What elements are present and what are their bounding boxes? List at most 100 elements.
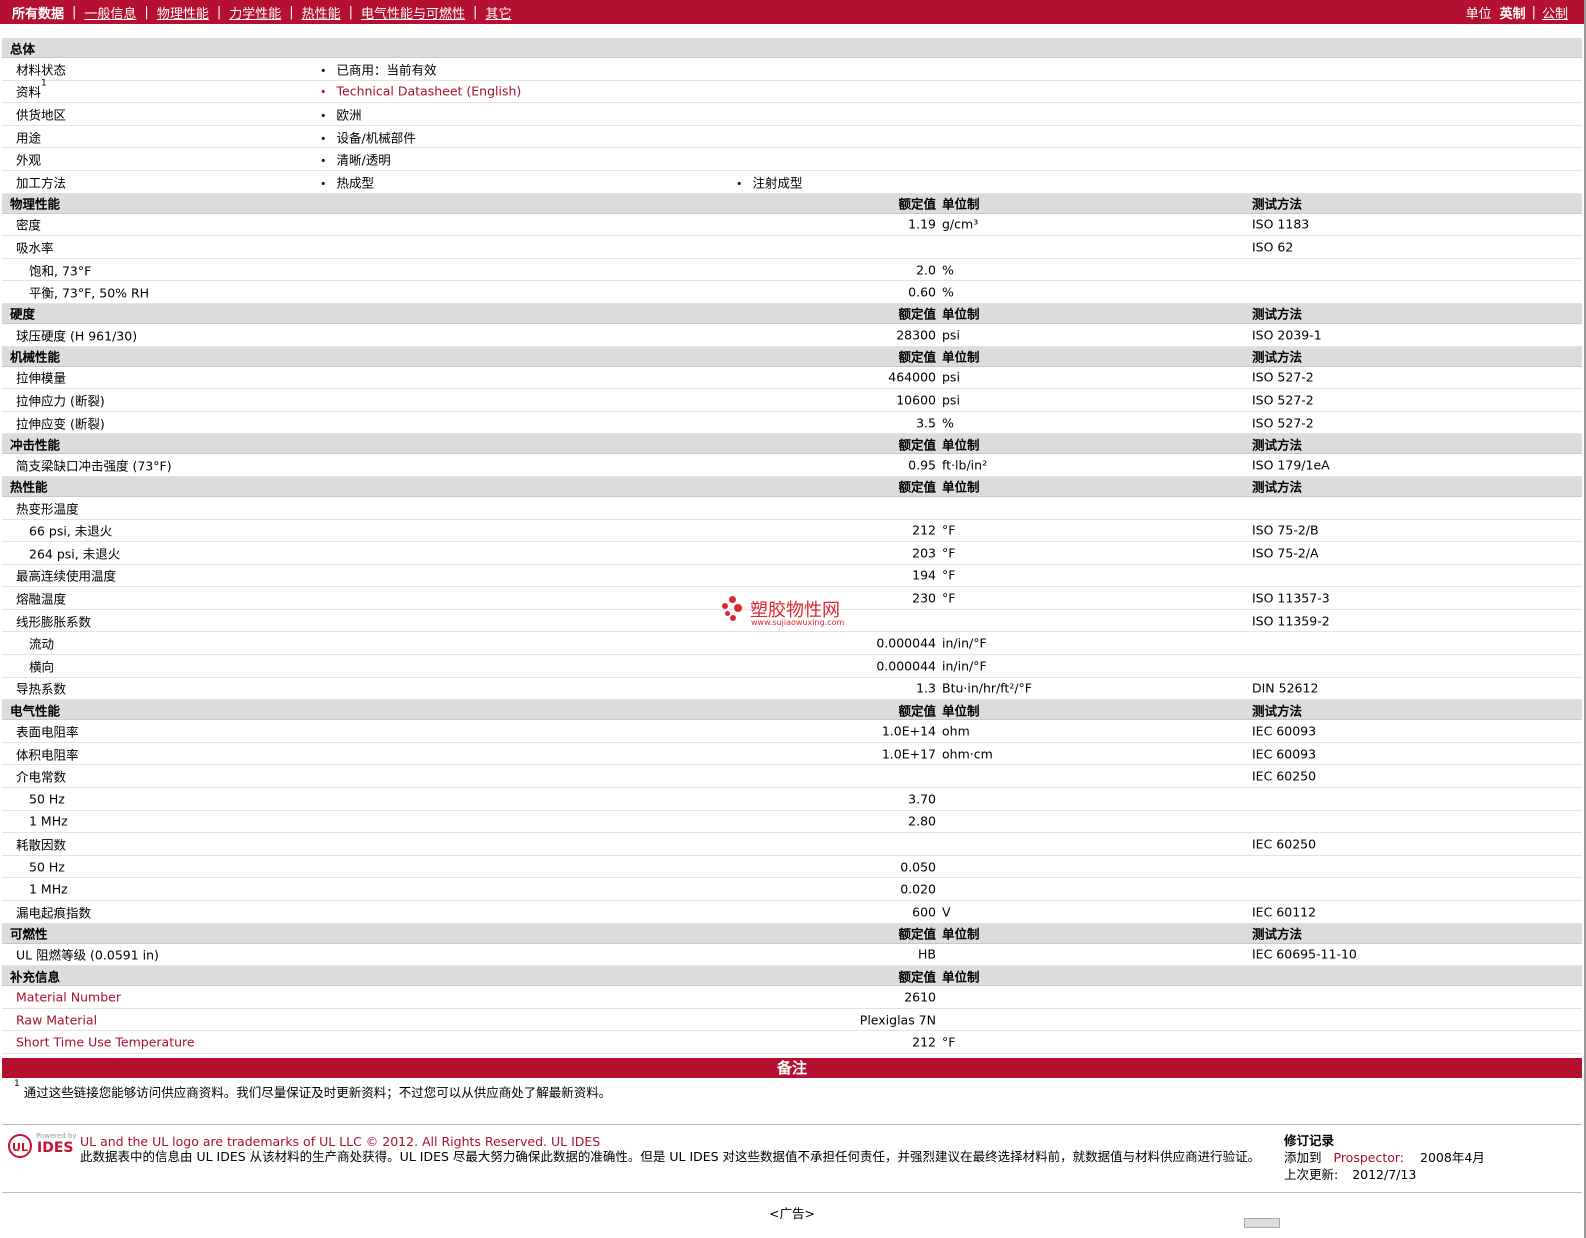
section-header: 物理性能 额定值 单位制 测试方法 xyxy=(2,193,1582,214)
col-label-value: 额定值 xyxy=(898,306,936,322)
col-label-unit: 单位制 xyxy=(942,479,980,495)
property-name: 1 MHz xyxy=(29,813,68,829)
test-method: IEC 60093 xyxy=(1252,746,1317,762)
nav-tab-1[interactable]: 一般信息 xyxy=(84,3,136,22)
property-name: 拉伸应力 (断裂) xyxy=(16,393,105,409)
property-unit: % xyxy=(942,284,954,300)
property-value: 203 xyxy=(912,545,936,561)
property-name: 外观 xyxy=(16,152,42,168)
test-method: IEC 60695-11-10 xyxy=(1252,946,1357,962)
property-value: Plexiglas 7N xyxy=(859,1012,936,1028)
section-title: 物理性能 xyxy=(10,196,61,212)
property-name: 密度 xyxy=(16,217,42,233)
property-value: 1.0E+17 xyxy=(881,746,936,762)
table-row: 介电常数 IEC 60250 xyxy=(2,765,1582,789)
property-value: 清晰/透明 xyxy=(320,150,391,169)
property-value: 0.000044 xyxy=(876,658,936,674)
property-name: 表面电阻率 xyxy=(16,724,79,740)
section-header: 补充信息 额定值 单位制 xyxy=(2,966,1582,987)
property-value: 0.95 xyxy=(908,457,936,473)
property-name: 漏电起痕指数 xyxy=(16,905,92,921)
test-method: ISO 11357-3 xyxy=(1252,590,1330,606)
test-method: IEC 60093 xyxy=(1252,723,1317,739)
property-name: 简支梁缺口冲击强度 (73°F) xyxy=(16,458,172,474)
test-method: ISO 527-2 xyxy=(1252,369,1314,385)
updated-label: 上次更新: xyxy=(1284,1167,1339,1182)
property-name: 线形膨胀系数 xyxy=(16,614,92,630)
table-row: 拉伸应变 (断裂) 3.5% ISO 527-2 xyxy=(2,412,1582,435)
property-value: 212 xyxy=(912,522,936,538)
nav-tab-0[interactable]: 所有数据 xyxy=(12,3,64,22)
section-header-general: 总体 xyxy=(2,38,1582,58)
table-row: 简支梁缺口冲击强度 (73°F) 0.95 ft·lb/in² ISO 179/1eA xyxy=(2,454,1582,477)
ad-label[interactable]: <广告> xyxy=(0,1203,1584,1222)
table-row: 导热系数 1.3 Btu·in/hr/ft²/°F DIN 52612 xyxy=(2,678,1582,701)
test-method: ISO 75-2/A xyxy=(1252,545,1319,561)
table-row: 50 Hz 0.050 xyxy=(2,856,1582,879)
table-row: 表面电阻率 1.0E+14 ohm IEC 60093 xyxy=(2,720,1582,743)
property-value: 设备/机械部件 xyxy=(320,127,416,146)
property-unit: ft·lb/in² xyxy=(942,457,988,473)
property-unit: °F xyxy=(942,522,956,538)
property-value: HB xyxy=(918,946,936,962)
unit-metric-link[interactable]: 公制 xyxy=(1542,3,1568,22)
property-name: 横向 xyxy=(29,659,55,675)
nav-tab-2[interactable]: 物理性能 xyxy=(157,3,209,22)
table-row: 吸水率 ISO 62 xyxy=(2,236,1582,259)
general-row: 供货地区 欧洲 xyxy=(2,103,1582,126)
table-row: 流动 0.000044 in/in/°F xyxy=(2,632,1582,656)
section-title: 电气性能 xyxy=(10,703,61,719)
property-name: Material Number xyxy=(16,989,121,1005)
property-value: 欧洲 xyxy=(320,104,362,123)
section-title: 总体 xyxy=(10,41,36,56)
section-title: 补充信息 xyxy=(10,969,61,985)
property-unit: % xyxy=(942,415,954,431)
property-name: 平衡, 73°F, 50% RH xyxy=(29,285,150,301)
units-label: 单位 xyxy=(1465,6,1492,22)
note-text: 通过这些链接您能够访问供应商资料。我们尽量保证及时更新资料；不过您可以从供应商处… xyxy=(23,1085,612,1100)
horizontal-scrollbar[interactable] xyxy=(1244,1218,1280,1228)
top-nav-bar: 所有数据 | 一般信息 | 物理性能 | 力学性能 | 热性能 | 电气性能与可燃性 | 其它 单位 英… xyxy=(0,0,1584,24)
property-name: 用途 xyxy=(16,130,42,146)
test-method: IEC 60250 xyxy=(1252,836,1317,852)
property-value: 已商用：当前有效 xyxy=(320,59,437,78)
property-value: 194 xyxy=(912,567,936,583)
section-header: 可燃性 额定值 单位制 测试方法 xyxy=(2,923,1582,944)
section-header: 机械性能 额定值 单位制 测试方法 xyxy=(2,346,1582,367)
nav-tab-4[interactable]: 热性能 xyxy=(302,3,341,22)
property-name: 264 psi, 未退火 xyxy=(29,546,121,562)
property-name: Raw Material xyxy=(16,1012,98,1028)
property-value: 1.19 xyxy=(908,216,936,232)
property-value: 2610 xyxy=(904,989,936,1005)
datasheet-link[interactable]: Technical Datasheet (English) xyxy=(320,84,522,99)
nav-tab-5[interactable]: 电气性能与可燃性 xyxy=(361,3,465,22)
property-value: 28300 xyxy=(896,327,936,343)
prospector-link[interactable]: Prospector: xyxy=(1334,1150,1405,1165)
property-name: 66 psi, 未退火 xyxy=(29,523,113,539)
nav-tab-6[interactable]: 其它 xyxy=(485,3,511,22)
unit-imperial-active: 英制 xyxy=(1499,6,1526,22)
property-name: 供货地区 xyxy=(16,107,67,123)
property-name: Short Time Use Temperature xyxy=(16,1034,195,1050)
test-method: IEC 60112 xyxy=(1252,904,1317,920)
nav-tab-3[interactable]: 力学性能 xyxy=(229,3,281,22)
property-name: 资料1 xyxy=(16,78,47,100)
section-title: 热性能 xyxy=(10,479,48,495)
property-name: 材料状态 xyxy=(16,62,67,78)
property-value: 注射成型 xyxy=(736,172,803,191)
property-unit: % xyxy=(942,262,954,278)
property-table: 总体材料状态 已商用：当前有效资料1 Technical Datasheet (En… xyxy=(2,38,1582,1054)
table-row: 密度 1.19 g/cm³ ISO 1183 xyxy=(2,214,1582,237)
test-method: ISO 75-2/B xyxy=(1252,522,1319,538)
table-row: 体积电阻率 1.0E+17 ohm·cm IEC 60093 xyxy=(2,743,1582,766)
revision-history: 修订记录 添加到 Prospector: 2008年4月 上次更新: 2012/… xyxy=(1284,1132,1485,1183)
property-unit: °F xyxy=(942,567,956,583)
property-value: 0.050 xyxy=(900,859,936,875)
property-unit: psi xyxy=(942,369,960,385)
property-name: 介电常数 xyxy=(16,769,67,785)
test-method: ISO 2039-1 xyxy=(1252,327,1322,343)
table-row: 最高连续使用温度 194 °F xyxy=(2,565,1582,588)
section-title: 可燃性 xyxy=(10,926,48,942)
unit-switcher: 单位 英制 | 公制 xyxy=(1465,3,1568,22)
property-name: UL 阻燃等级 (0.0591 in) xyxy=(16,947,159,963)
